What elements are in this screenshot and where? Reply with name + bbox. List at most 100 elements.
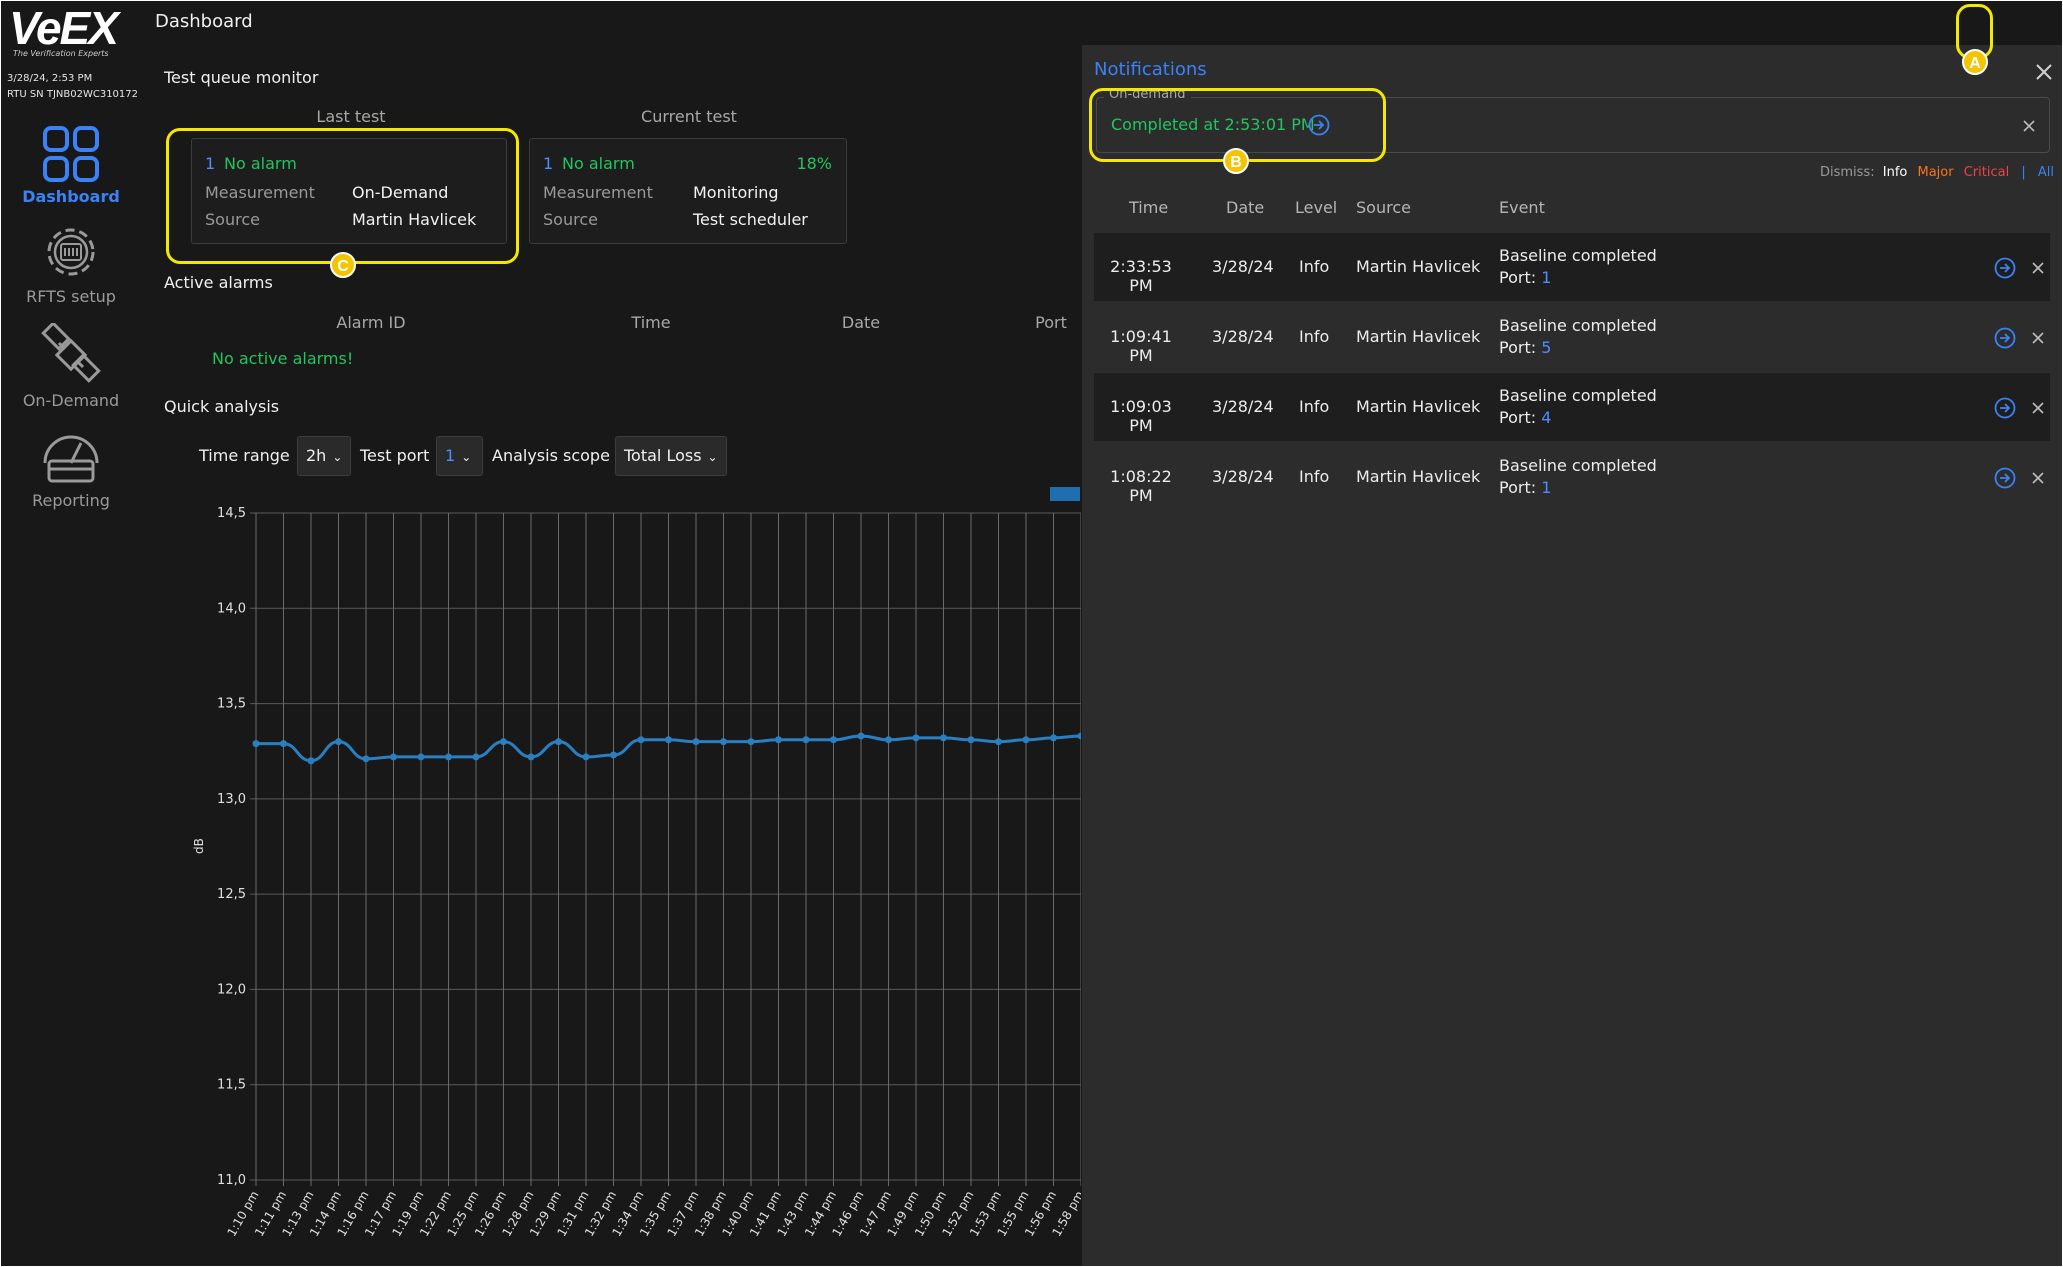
close-icon[interactable] (2035, 63, 2053, 81)
y-tick-label: 13,5 (217, 697, 246, 712)
loss-chart[interactable]: 14,5 14,0 13,5 13,0 12,5 12,0 11,5 11,0 1:10 pm… (151, 481, 1081, 1266)
row-source: Martin Havlicek (1356, 467, 1481, 486)
logo-text: VeEX (9, 2, 119, 54)
chevron-down-icon: ⌄ (461, 450, 472, 464)
data-point[interactable] (527, 753, 535, 761)
y-axis-label: dB (192, 838, 206, 854)
x-tick-labels: 1:10 pm1:11 pm1:13 pm1:14 pm1:16 pm1:17 … (224, 1189, 1081, 1239)
time-range-select[interactable]: 2h ⌄ (297, 436, 351, 476)
data-point[interactable] (967, 736, 975, 744)
test-port-label: Test port (360, 446, 430, 465)
y-tick-labels: 14,5 14,0 13,5 13,0 12,5 12,0 11,5 11,0 (217, 506, 246, 1188)
data-point[interactable] (940, 734, 947, 742)
analysis-scope-label: Analysis scope (492, 446, 610, 465)
analysis-scope-select[interactable]: Total Loss ⌄ (615, 436, 727, 476)
row-event: Baseline completed Port: 1 (1499, 245, 1657, 289)
data-point[interactable] (1077, 732, 1082, 740)
chart-grid (250, 512, 1081, 1186)
data-point[interactable] (307, 757, 315, 765)
data-point[interactable] (390, 753, 397, 761)
row-time: 2:33:53 PM (1110, 257, 1172, 295)
data-point[interactable] (500, 738, 507, 746)
dismiss-info-link[interactable]: Info (1883, 165, 1908, 180)
dismiss-label: Dismiss: (1820, 165, 1875, 180)
gauge-icon (43, 435, 99, 483)
current-test-card[interactable]: 1 No alarm 18% Measurement Monitoring So… (529, 138, 847, 244)
data-point[interactable] (252, 740, 260, 748)
y-tick-label: 14,0 (217, 601, 246, 616)
app-window: VeEX The Verification Experts 3/28/24, 2… (1, 1, 2062, 1266)
sidebar-item-dashboard[interactable]: Dashboard (1, 125, 141, 206)
dismiss-all-link[interactable]: All (2038, 165, 2054, 180)
data-point[interactable] (665, 736, 672, 744)
data-point[interactable] (1050, 734, 1057, 742)
test-port-value: 1 (445, 446, 456, 465)
dismiss-icon[interactable] (2032, 262, 2044, 274)
dismiss-icon[interactable] (2032, 472, 2044, 484)
notification-row[interactable]: 1:09:41 PM 3/28/24 Info Martin Havlicek … (1094, 303, 2050, 371)
data-point[interactable] (362, 755, 370, 763)
data-point[interactable] (830, 736, 837, 744)
data-point[interactable] (857, 732, 865, 740)
test-port-select[interactable]: 1 ⌄ (436, 436, 483, 476)
dashboard-grid-icon (43, 126, 99, 182)
data-point[interactable] (582, 753, 590, 761)
y-tick-label: 13,0 (217, 792, 246, 807)
current-measurement-value: Monitoring (693, 183, 779, 202)
notification-row[interactable]: 2:33:53 PM 3/28/24 Info Martin Havlicek … (1094, 233, 2050, 301)
page-title: Dashboard (155, 11, 253, 32)
data-point[interactable] (885, 736, 892, 744)
row-port-label: Port: (1499, 268, 1537, 287)
analysis-scope-value: Total Loss (624, 446, 702, 465)
data-point[interactable] (747, 738, 755, 746)
data-point[interactable] (472, 753, 480, 761)
data-point[interactable] (417, 753, 425, 761)
sidebar-item-rfts-setup[interactable]: RFTS setup (1, 221, 141, 306)
dismiss-icon[interactable] (2032, 402, 2044, 414)
notification-row[interactable]: 1:09:03 PM 3/28/24 Info Martin Havlicek … (1094, 373, 2050, 441)
row-time: 1:09:41 PM (1110, 327, 1172, 365)
arrow-right-circle-icon[interactable] (1994, 467, 2016, 489)
sidebar-item-reporting[interactable]: Reporting (1, 423, 141, 510)
data-point[interactable] (445, 753, 452, 761)
data-point[interactable] (280, 740, 287, 748)
logo-tagline: The Verification Experts (13, 49, 109, 58)
data-point[interactable] (720, 738, 727, 746)
data-point[interactable] (995, 738, 1002, 746)
current-test-id: 1 (543, 154, 554, 173)
data-point[interactable] (555, 738, 562, 746)
col-event: Event (1499, 198, 1545, 217)
notification-row[interactable]: 1:08:22 PM 3/28/24 Info Martin Havlicek … (1094, 443, 2050, 511)
data-point[interactable] (692, 738, 700, 746)
data-point[interactable] (335, 738, 342, 746)
row-port-value: 1 (1541, 268, 1552, 287)
data-point[interactable] (775, 736, 782, 744)
dismiss-major-link[interactable]: Major (1918, 165, 1954, 180)
y-tick-label: 11,5 (217, 1078, 246, 1093)
row-port-value: 4 (1541, 408, 1552, 427)
dismiss-critical-link[interactable]: Critical (1964, 165, 2009, 180)
current-source-label: Source (543, 210, 598, 229)
data-point[interactable] (912, 734, 920, 742)
data-point[interactable] (610, 751, 617, 759)
row-time: 1:08:22 PM (1110, 467, 1172, 505)
active-alarms-title: Active alarms (164, 273, 273, 292)
arrow-right-circle-icon[interactable] (1994, 257, 2016, 279)
data-point[interactable] (802, 736, 810, 744)
quick-analysis-title: Quick analysis (164, 397, 280, 416)
no-alarms-message: No active alarms! (212, 349, 354, 368)
data-point[interactable] (637, 736, 645, 744)
sidebar: VeEX The Verification Experts 3/28/24, 2… (1, 1, 141, 1266)
dismiss-icon[interactable] (2032, 332, 2044, 344)
current-test-status: No alarm (562, 154, 635, 173)
callout-c-badge: C (330, 252, 356, 278)
data-point[interactable] (1022, 736, 1030, 744)
sidebar-item-on-demand[interactable]: On-Demand (1, 323, 141, 410)
alarm-col-date: Date (841, 313, 881, 332)
dismiss-icon[interactable] (2023, 120, 2035, 132)
arrow-right-circle-icon[interactable] (1994, 327, 2016, 349)
legend-swatch[interactable] (1050, 487, 1080, 501)
arrow-right-circle-icon[interactable] (1994, 397, 2016, 419)
notifications-panel: Notifications Completed at 2:53:01 PM On… (1082, 45, 2062, 1266)
test-queue-title: Test queue monitor (164, 68, 319, 87)
